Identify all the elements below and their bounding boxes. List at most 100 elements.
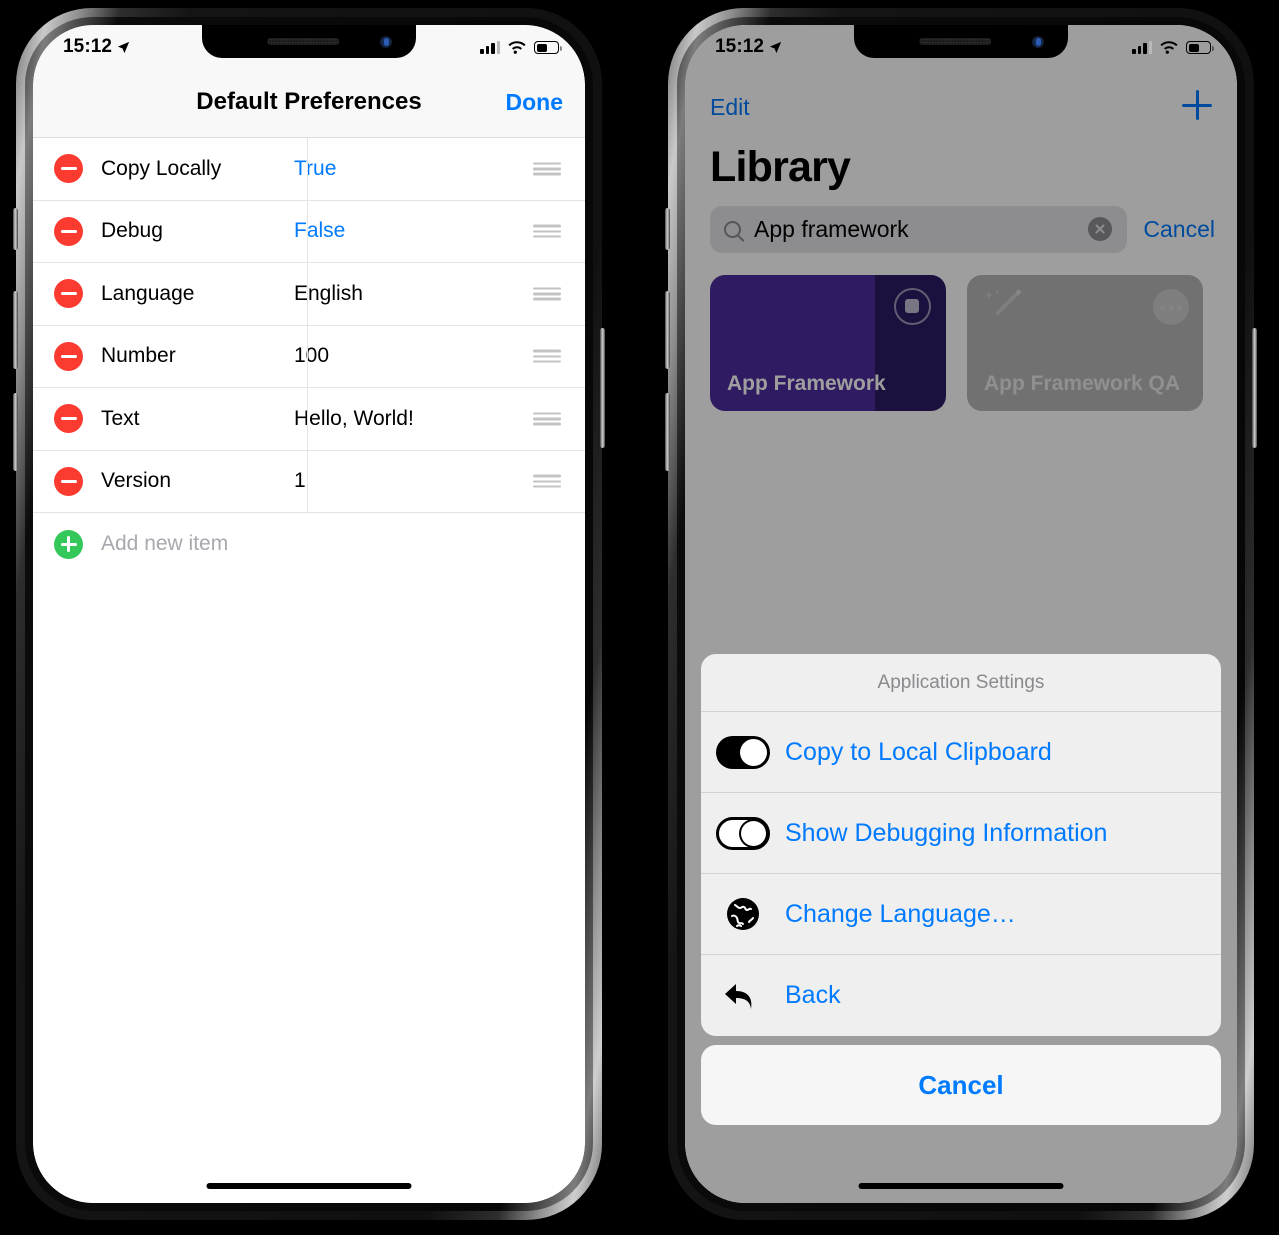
battery-icon bbox=[1186, 41, 1214, 54]
right-screen: Edit Library App framework Cancel App Fr… bbox=[685, 25, 1237, 1203]
column-divider bbox=[307, 200, 308, 262]
silence-switch[interactable] bbox=[665, 208, 670, 250]
action-sheet-item-label: Back bbox=[785, 981, 841, 1009]
wifi-icon bbox=[508, 41, 526, 54]
battery-icon bbox=[534, 41, 562, 54]
earpiece-speaker-icon bbox=[267, 38, 340, 45]
action-sheet-item-label: Show Debugging Information bbox=[785, 818, 1108, 847]
table-row[interactable]: Number 100 bbox=[33, 325, 585, 388]
left-screen: 15:12 Default Preferences Done Copy Loca… bbox=[33, 25, 585, 1203]
preference-key: Number bbox=[101, 344, 176, 368]
volume-down-button[interactable] bbox=[665, 393, 670, 471]
front-camera-icon bbox=[380, 36, 392, 48]
back-arrow-icon bbox=[725, 983, 752, 1009]
cellular-signal-icon bbox=[480, 41, 500, 54]
action-sheet-item[interactable]: Back bbox=[701, 955, 1221, 1036]
preference-key: Version bbox=[101, 469, 172, 493]
preferences-list: Copy Locally True Debug False Language Englis… bbox=[33, 138, 585, 1203]
table-row[interactable]: Debug False bbox=[33, 200, 585, 263]
globe-icon bbox=[727, 898, 759, 930]
table-row[interactable]: Version 1 bbox=[33, 450, 585, 513]
reorder-handle[interactable] bbox=[533, 224, 561, 238]
status-time-text: 15:12 bbox=[63, 36, 113, 57]
toggle-off-icon bbox=[716, 816, 770, 850]
status-time-text: 15:12 bbox=[715, 36, 765, 57]
action-sheet-item-icon bbox=[701, 735, 785, 769]
power-button[interactable] bbox=[1252, 328, 1257, 448]
column-divider bbox=[307, 263, 308, 325]
power-button[interactable] bbox=[600, 328, 605, 448]
action-sheet-item-icon bbox=[701, 894, 785, 934]
home-indicator[interactable] bbox=[858, 1183, 1064, 1189]
reorder-handle[interactable] bbox=[533, 287, 561, 301]
left-device-glass: 15:12 Default Preferences Done Copy Loca… bbox=[33, 25, 585, 1203]
status-indicators bbox=[480, 40, 562, 55]
toggle-on-icon bbox=[716, 735, 770, 769]
navigation-bar: Default Preferences Done bbox=[33, 70, 585, 138]
right-device-frame: Edit Library App framework Cancel App Fr… bbox=[665, 8, 1257, 1220]
add-new-item-label: Add new item bbox=[101, 532, 229, 555]
cellular-signal-icon bbox=[1132, 41, 1152, 54]
wifi-icon bbox=[1160, 41, 1178, 54]
status-indicators bbox=[1132, 40, 1214, 55]
left-device-frame: 15:12 Default Preferences Done Copy Loca… bbox=[13, 8, 605, 1220]
action-sheet-item[interactable]: Copy to Local Clipboard bbox=[701, 712, 1221, 793]
status-time: 15:12 bbox=[715, 36, 783, 58]
notch bbox=[854, 25, 1068, 58]
preference-value[interactable]: 100 bbox=[294, 344, 329, 368]
delete-row-button[interactable] bbox=[54, 154, 83, 184]
location-arrow-icon bbox=[117, 41, 130, 53]
earpiece-speaker-icon bbox=[919, 38, 992, 45]
preference-value[interactable]: English bbox=[294, 282, 363, 306]
delete-row-button[interactable] bbox=[54, 216, 83, 246]
delete-row-button[interactable] bbox=[54, 466, 83, 496]
table-row[interactable]: Copy Locally True bbox=[33, 138, 585, 201]
volume-up-button[interactable] bbox=[665, 291, 670, 369]
right-device-glass: Edit Library App framework Cancel App Fr… bbox=[685, 25, 1237, 1203]
action-sheet-cancel-button[interactable]: Cancel bbox=[701, 1045, 1221, 1125]
action-sheet-item[interactable]: Change Language… bbox=[701, 874, 1221, 955]
page-title: Default Preferences bbox=[196, 88, 422, 115]
delete-row-button[interactable] bbox=[54, 404, 83, 434]
notch bbox=[202, 25, 416, 58]
done-button[interactable]: Done bbox=[506, 89, 564, 116]
preference-value[interactable]: 1 bbox=[294, 469, 306, 493]
preference-key: Debug bbox=[101, 219, 163, 243]
table-row[interactable]: Language English bbox=[33, 263, 585, 326]
reorder-handle[interactable] bbox=[533, 474, 561, 488]
action-sheet: Application Settings Copy to Local Clipb… bbox=[701, 654, 1221, 1125]
delete-row-button[interactable] bbox=[54, 341, 83, 371]
column-divider bbox=[307, 388, 308, 450]
add-row-button[interactable] bbox=[54, 529, 83, 559]
delete-row-button[interactable] bbox=[54, 279, 83, 309]
reorder-handle[interactable] bbox=[533, 412, 561, 426]
column-divider bbox=[307, 450, 308, 512]
status-time: 15:12 bbox=[63, 36, 131, 58]
screenshot-canvas: 15:12 Default Preferences Done Copy Loca… bbox=[0, 0, 1279, 1235]
action-sheet-item-label: Copy to Local Clipboard bbox=[785, 737, 1052, 766]
reorder-handle[interactable] bbox=[533, 349, 561, 363]
home-indicator[interactable] bbox=[206, 1183, 412, 1189]
location-arrow-icon bbox=[769, 41, 782, 53]
preference-value[interactable]: False bbox=[294, 219, 345, 243]
column-divider bbox=[307, 325, 308, 387]
action-sheet-item[interactable]: Show Debugging Information bbox=[701, 793, 1221, 874]
action-sheet-item-icon bbox=[701, 976, 785, 1016]
table-row[interactable]: Text Hello, World! bbox=[33, 388, 585, 451]
preference-key: Text bbox=[101, 406, 140, 430]
volume-up-button[interactable] bbox=[13, 291, 18, 369]
action-sheet-title: Application Settings bbox=[701, 654, 1221, 712]
preference-key: Language bbox=[101, 281, 195, 305]
action-sheet-item-icon bbox=[701, 816, 785, 850]
action-sheet-item-label: Change Language… bbox=[785, 899, 1016, 928]
volume-down-button[interactable] bbox=[13, 393, 18, 471]
preference-value[interactable]: Hello, World! bbox=[294, 407, 414, 431]
front-camera-icon bbox=[1032, 36, 1044, 48]
preference-key: Copy Locally bbox=[101, 156, 222, 180]
silence-switch[interactable] bbox=[13, 208, 18, 250]
action-sheet-group: Application Settings Copy to Local Clipb… bbox=[701, 654, 1221, 1036]
add-new-item-row[interactable]: Add new item bbox=[33, 513, 585, 575]
preference-value[interactable]: True bbox=[294, 157, 336, 181]
column-divider bbox=[307, 138, 308, 200]
reorder-handle[interactable] bbox=[533, 162, 561, 176]
